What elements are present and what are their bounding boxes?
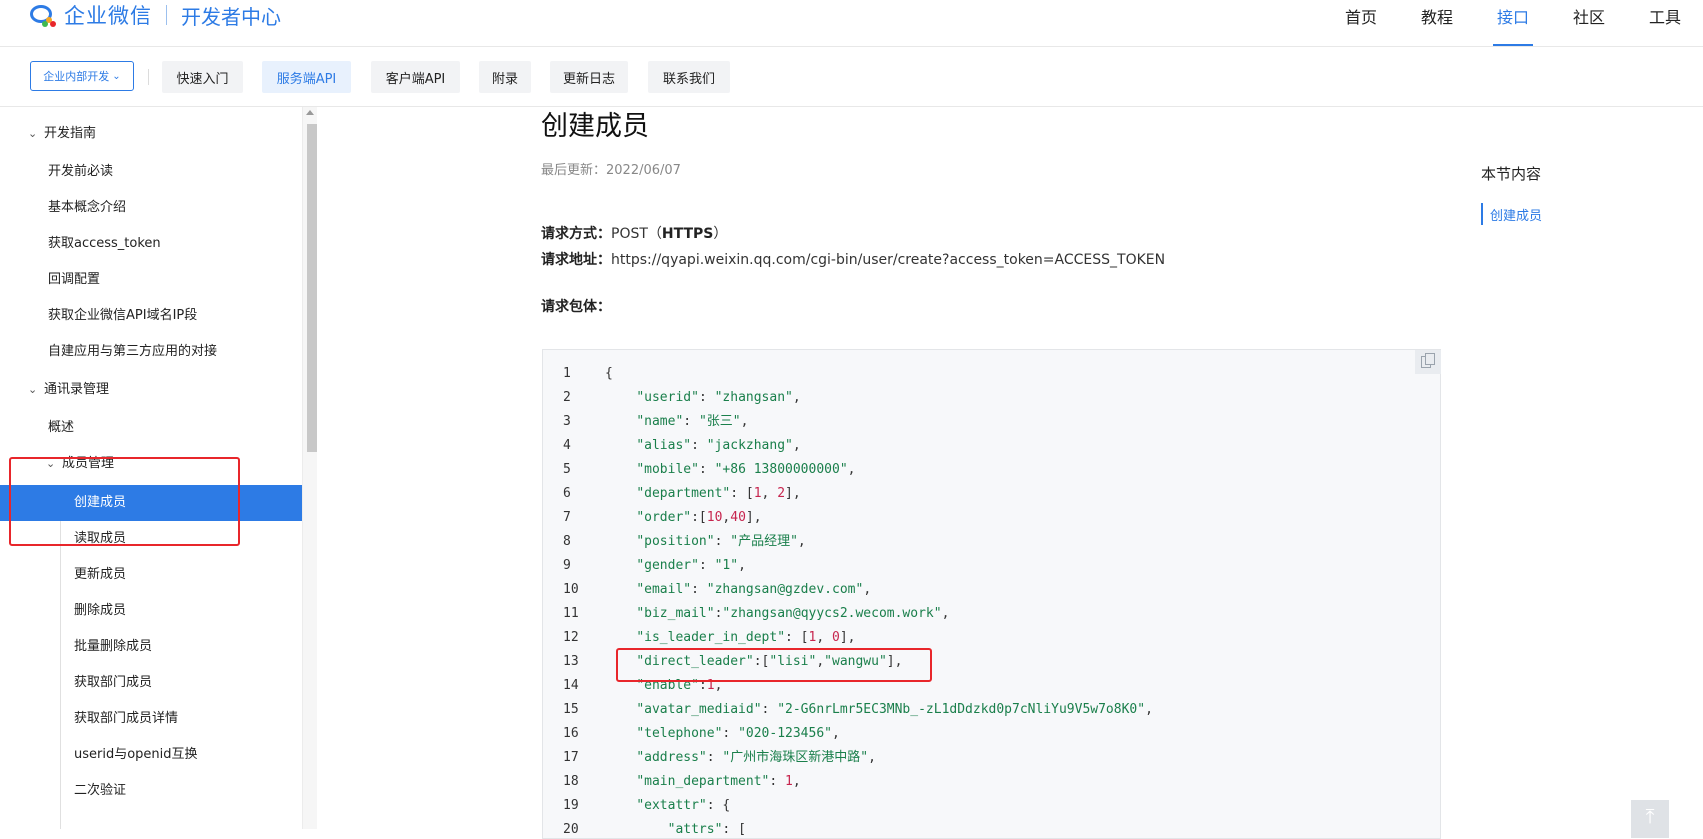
annotation-box-code (616, 648, 932, 682)
request-method-value: POST（ (611, 226, 662, 242)
top-header: 企业微信 开发者中心 首页 教程 接口 社区 工具 (0, 0, 1703, 47)
nav-tutorial[interactable]: 教程 (1421, 4, 1453, 28)
sidebar-item-dept-members-detail[interactable]: 获取部门成员详情 (74, 701, 178, 737)
line-number: 2 (563, 390, 571, 405)
sidebar-item-before-dev[interactable]: 开发前必读 (48, 154, 113, 190)
chevron-down-icon: ⌄ (28, 127, 38, 140)
copy-icon[interactable] (1415, 350, 1441, 374)
nav-api[interactable]: 接口 (1497, 4, 1529, 28)
request-method: 请求方式：POST（HTTPS） (541, 223, 727, 243)
request-url-label: 请求地址： (541, 252, 611, 268)
code-text: "avatar_mediaid": "2-G6nrLmr5EC3MNb_-zL1… (636, 702, 1153, 717)
sidebar-item-delete-member[interactable]: 删除成员 (74, 593, 126, 629)
sidebar-scroll-thumb[interactable] (307, 124, 317, 452)
sidebar-item-batch-delete[interactable]: 批量删除成员 (74, 629, 152, 665)
sidebar-item-2fa[interactable]: 二次验证 (74, 773, 126, 809)
nav-community[interactable]: 社区 (1573, 4, 1605, 28)
nav-active-indicator (1493, 44, 1533, 46)
sidebar-item-update-member[interactable]: 更新成员 (74, 557, 126, 593)
code-block: 1 {2 "userid": "zhangsan", 3 "name": "张三",… (542, 349, 1441, 839)
code-text: "department": [1, 2], (636, 486, 801, 501)
line-number: 16 (563, 726, 579, 741)
line-number: 5 (563, 462, 571, 477)
sidebar-item-app-integration[interactable]: 自建应用与第三方应用的对接 (48, 334, 217, 370)
chevron-down-icon: ⌄ (112, 70, 121, 82)
last-updated: 最后更新：2022/06/07 (541, 163, 681, 178)
request-url: 请求地址：https://qyapi.weixin.qq.com/cgi-bin… (541, 249, 1165, 269)
toc-title: 本节内容 (1481, 165, 1542, 183)
toc-active-indicator (1481, 203, 1483, 225)
code-text: "mobile": "+86 13800000000", (636, 462, 856, 477)
code-text: "gender": "1", (636, 558, 746, 573)
subnav-divider (148, 69, 149, 85)
tab-server-api[interactable]: 服务端API (262, 61, 351, 93)
line-number: 14 (563, 678, 579, 693)
sidebar-item-overview[interactable]: 概述 (48, 410, 74, 446)
top-nav: 首页 教程 接口 社区 工具 (0, 0, 1703, 46)
code-text: "biz_mail":"zhangsan@qyycs2.wecom.work", (636, 606, 950, 621)
code-text: "email": "zhangsan@gzdev.com", (636, 582, 872, 597)
code-text: "extattr": { (636, 798, 731, 813)
sidebar-item-ip-range[interactable]: 获取企业微信API域名IP段 (48, 298, 197, 334)
line-number: 4 (563, 438, 571, 453)
request-url-value: https://qyapi.weixin.qq.com/cgi-bin/user… (611, 252, 1166, 268)
sidebar-item-userid-openid[interactable]: userid与openid互换 (74, 737, 198, 773)
code-text: "main_department": 1, (636, 774, 801, 789)
line-number: 1 (563, 366, 571, 381)
line-number: 17 (563, 750, 579, 765)
sidebar-item-access-token[interactable]: 获取access_token (48, 226, 161, 262)
code-text: "address": "广州市海珠区新港中路", (636, 750, 876, 765)
code-text: "is_leader_in_dept": [1, 0], (636, 630, 856, 645)
line-number: 18 (563, 774, 579, 789)
request-method-close: ） (713, 226, 728, 242)
tab-quickstart[interactable]: 快速入门 (162, 61, 243, 93)
toc-item-create-member[interactable]: 创建成员 (1490, 205, 1542, 224)
sidebar-item-concepts[interactable]: 基本概念介绍 (48, 190, 126, 226)
tab-contact[interactable]: 联系我们 (648, 61, 730, 93)
tab-client-api[interactable]: 客户端API (371, 61, 460, 93)
sub-nav: 企业内部开发 ⌄ 快速入门 服务端API 客户端API 附录 更新日志 联系我们 (0, 47, 1703, 107)
request-body-label: 请求包体： (541, 299, 611, 315)
sidebar-group-contacts[interactable]: ⌄ 通讯录管理 (28, 372, 109, 408)
nav-home[interactable]: 首页 (1345, 4, 1377, 28)
code-text: "order":[10,40], (636, 510, 762, 525)
arrow-up-icon: ⤒ (1645, 804, 1655, 828)
page-title: 创建成员 (541, 111, 649, 142)
code-text: "alias": "jackzhang", (636, 438, 801, 453)
category-dropdown[interactable]: 企业内部开发 ⌄ (30, 61, 134, 91)
line-number: 11 (563, 606, 579, 621)
line-number: 6 (563, 486, 571, 501)
line-number: 7 (563, 510, 571, 525)
code-text: { (605, 366, 613, 381)
back-to-top-button[interactable]: ⤒ (1631, 800, 1669, 838)
sidebar-group-dev-guide[interactable]: ⌄ 开发指南 (28, 116, 96, 152)
line-number: 3 (563, 414, 571, 429)
code-text: "name": "张三", (636, 414, 749, 429)
annotation-box-sidebar (9, 457, 240, 546)
line-number: 13 (563, 654, 579, 669)
line-number: 15 (563, 702, 579, 717)
line-number: 8 (563, 534, 571, 549)
line-number: 12 (563, 630, 579, 645)
request-method-label: 请求方式： (541, 226, 611, 242)
sidebar-item-dept-members[interactable]: 获取部门成员 (74, 665, 152, 701)
line-number: 19 (563, 798, 579, 813)
tab-changelog[interactable]: 更新日志 (550, 61, 628, 93)
line-number: 10 (563, 582, 579, 597)
nav-tools[interactable]: 工具 (1649, 4, 1681, 28)
code-text: "telephone": "020-123456", (636, 726, 840, 741)
sidebar-item-callback[interactable]: 回调配置 (48, 262, 100, 298)
chevron-down-icon: ⌄ (28, 383, 38, 396)
code-text: "position": "产品经理", (636, 534, 806, 549)
code-text: "userid": "zhangsan", (636, 390, 801, 405)
tab-appendix[interactable]: 附录 (479, 61, 531, 93)
category-dropdown-label: 企业内部开发 (43, 70, 110, 83)
scroll-up-icon[interactable] (306, 110, 314, 115)
line-number: 9 (563, 558, 571, 573)
request-protocol: HTTPS (661, 226, 714, 242)
